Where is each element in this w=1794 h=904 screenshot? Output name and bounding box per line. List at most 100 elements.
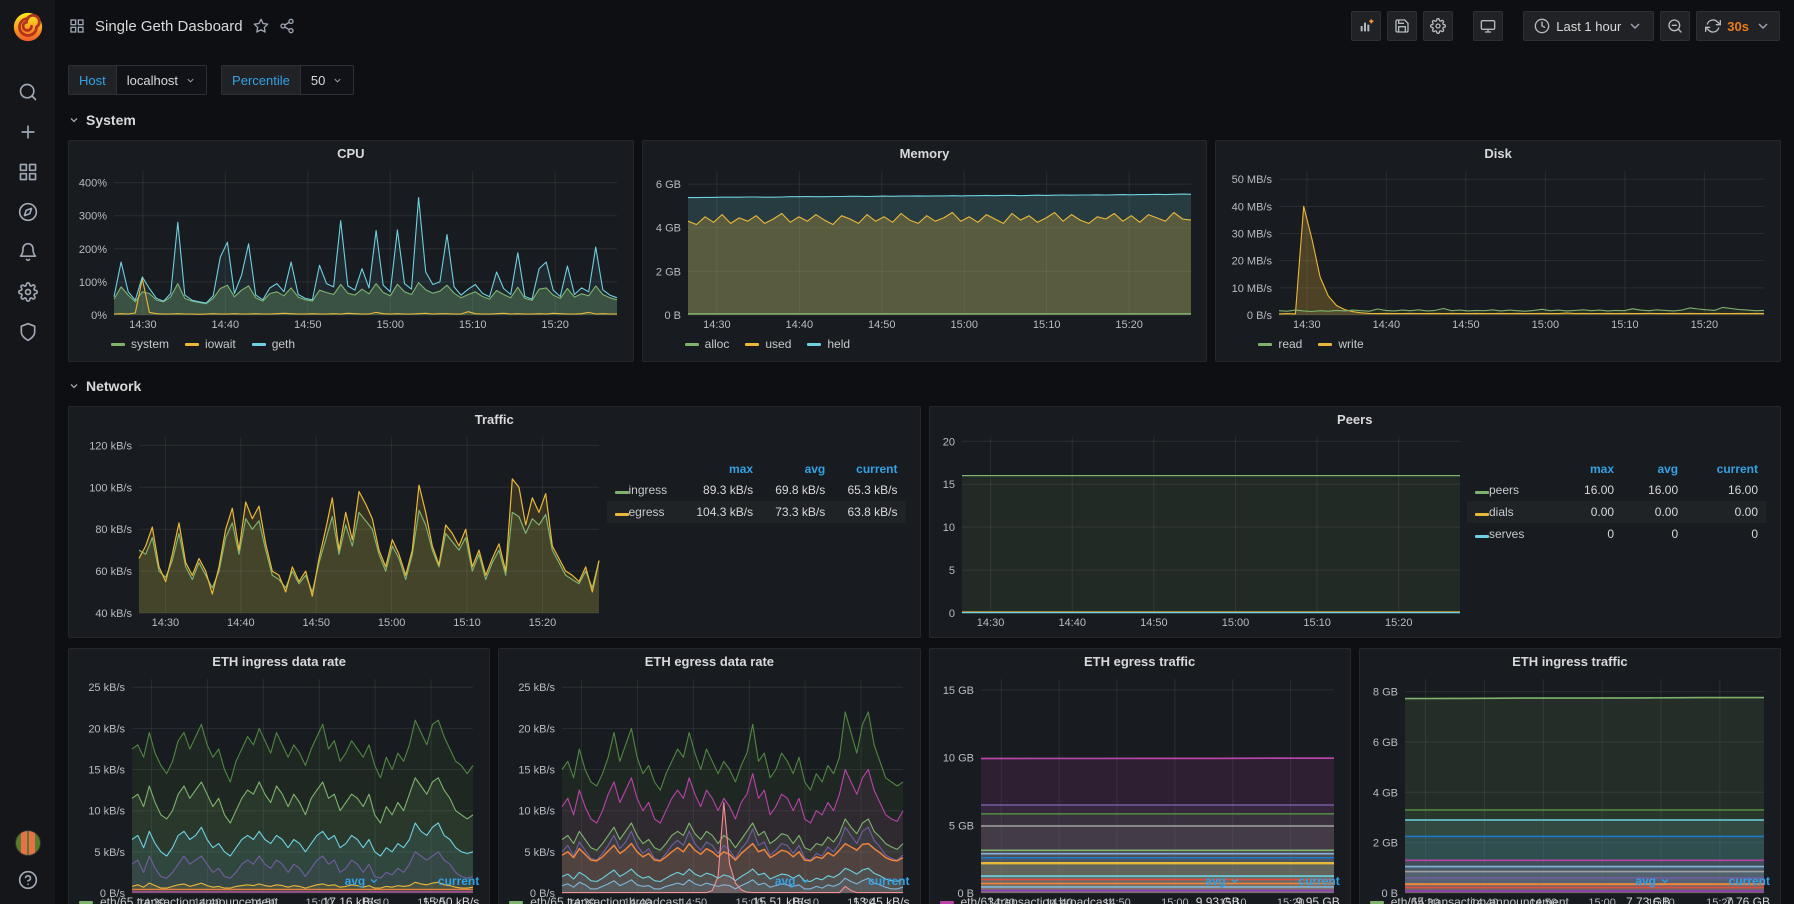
- zoom-out-button[interactable]: [1660, 11, 1690, 41]
- legend-header[interactable]: max: [682, 459, 761, 479]
- save-dashboard-button[interactable]: [1387, 11, 1417, 41]
- panel-title-eth-ingress-traffic[interactable]: ETH ingress traffic: [1360, 649, 1780, 673]
- configuration-icon[interactable]: [0, 272, 55, 312]
- search-icon[interactable]: [0, 72, 55, 112]
- legend-item[interactable]: egress: [607, 501, 682, 523]
- traffic-chart[interactable]: 40 kB/s60 kB/s80 kB/s100 kB/s120 kB/s14:…: [77, 431, 607, 631]
- legend-item[interactable]: write: [1318, 337, 1363, 351]
- percentile-select[interactable]: 50: [300, 65, 354, 95]
- legend-header[interactable]: avg: [761, 459, 833, 479]
- refresh-interval[interactable]: 30s: [1727, 19, 1749, 34]
- explore-icon[interactable]: [0, 192, 55, 232]
- star-icon[interactable]: [253, 18, 269, 34]
- legend-value: 0: [1558, 523, 1622, 545]
- legend-header-current[interactable]: current: [1240, 874, 1340, 888]
- legend-item[interactable]: alloc: [685, 337, 730, 351]
- memory-chart[interactable]: 0 B2 GB4 GB6 GB14:3014:4014:5015:0015:10…: [651, 165, 1199, 333]
- grafana-logo[interactable]: [11, 10, 45, 44]
- dashboard-settings-button[interactable]: [1423, 11, 1453, 41]
- legend-value: 9.95 GB: [1240, 895, 1340, 904]
- legend-item[interactable]: used: [745, 337, 791, 351]
- panel-title-traffic[interactable]: Traffic: [69, 407, 920, 431]
- alerting-icon[interactable]: [0, 232, 55, 272]
- share-icon[interactable]: [279, 18, 295, 34]
- variable-host: Host localhost: [68, 65, 207, 95]
- panel-title-cpu[interactable]: CPU: [69, 141, 633, 165]
- eth-ingress-data-rate-legend: avg current eth/65 transaction announceme…: [77, 869, 481, 904]
- legend-item[interactable]: read: [1258, 337, 1302, 351]
- eth-egress-data-rate-chart[interactable]: 0 B/s5 kB/s10 kB/s15 kB/s20 kB/s25 kB/s1…: [507, 673, 911, 869]
- legend-item[interactable]: system: [111, 337, 169, 351]
- legend-item[interactable]: eth/65 transaction announcement: [1370, 895, 1570, 904]
- row-header-network[interactable]: Network: [68, 376, 1781, 396]
- legend-item[interactable]: eth/63 transaction broadcast: [940, 895, 1140, 904]
- panel-title-memory[interactable]: Memory: [643, 141, 1207, 165]
- panel-title-eth-ingress-data-rate[interactable]: ETH ingress data rate: [69, 649, 489, 673]
- legend-item[interactable]: peers: [1467, 479, 1558, 501]
- legend-value: 0: [1686, 523, 1766, 545]
- legend-header-avg[interactable]: avg: [1570, 874, 1670, 888]
- legend-item[interactable]: ingress: [607, 479, 682, 501]
- panel-disk: Disk 0 B/s10 MB/s20 MB/s30 MB/s40 MB/s50…: [1215, 140, 1781, 362]
- legend-item[interactable]: iowait: [185, 337, 236, 351]
- eth-row: ETH ingress data rate 0 B/s5 kB/s10 kB/s…: [68, 648, 1781, 904]
- legend-value: 7.73 GB: [1570, 895, 1670, 904]
- legend-value: 0: [1622, 523, 1686, 545]
- legend-item[interactable]: dials: [1467, 501, 1558, 523]
- time-range-picker[interactable]: Last 1 hour: [1523, 11, 1654, 41]
- svg-text:15 GB: 15 GB: [942, 685, 973, 697]
- legend-header[interactable]: max: [1558, 459, 1622, 479]
- row-header-system[interactable]: System: [68, 110, 1781, 130]
- legend-value: 69.8 kB/s: [761, 479, 833, 501]
- eth-ingress-traffic-chart[interactable]: 0 B2 GB4 GB6 GB8 GB14:3014:4014:5015:001…: [1368, 673, 1772, 869]
- chevron-down-icon: [1755, 18, 1771, 34]
- legend-header-avg[interactable]: avg: [710, 874, 810, 888]
- dashboard-title[interactable]: Single Geth Dasboard: [95, 18, 243, 35]
- svg-text:15:00: 15:00: [1532, 319, 1560, 331]
- legend-item[interactable]: geth: [252, 337, 295, 351]
- panel-title-eth-egress-data-rate[interactable]: ETH egress data rate: [499, 649, 919, 673]
- legend-header-avg[interactable]: avg: [279, 874, 379, 888]
- legend-color-mark: [1475, 513, 1489, 516]
- server-admin-icon[interactable]: [0, 312, 55, 352]
- svg-text:15:00: 15:00: [378, 617, 406, 629]
- legend-header[interactable]: current: [1686, 459, 1766, 479]
- svg-text:50 MB/s: 50 MB/s: [1232, 174, 1273, 186]
- create-icon[interactable]: [0, 112, 55, 152]
- legend-item[interactable]: eth/65 transaction broadcast: [509, 895, 709, 904]
- legend-item[interactable]: eth/65 transaction announcement: [79, 895, 279, 904]
- legend-row: eth/63 transaction broadcast9.93 GB9.95 …: [940, 891, 1340, 904]
- legend-header-current[interactable]: current: [1670, 874, 1770, 888]
- avatar[interactable]: [15, 830, 41, 856]
- legend-header[interactable]: avg: [1622, 459, 1686, 479]
- panel-title-peers[interactable]: Peers: [930, 407, 1781, 431]
- refresh-button[interactable]: 30s: [1696, 11, 1780, 41]
- svg-text:0 B/s: 0 B/s: [1247, 310, 1273, 322]
- dashboards-icon[interactable]: [0, 152, 55, 192]
- panel-title-eth-egress-traffic[interactable]: ETH egress traffic: [930, 649, 1350, 673]
- eth-ingress-data-rate-chart[interactable]: 0 B/s5 kB/s10 kB/s15 kB/s20 kB/s25 kB/s1…: [77, 673, 481, 869]
- panel-title-disk[interactable]: Disk: [1216, 141, 1780, 165]
- legend-header[interactable]: current: [833, 459, 905, 479]
- host-select[interactable]: localhost: [116, 65, 207, 95]
- svg-text:40 MB/s: 40 MB/s: [1232, 201, 1273, 213]
- eth-egress-traffic-chart[interactable]: 0 B5 GB10 GB15 GB14:3014:4014:5015:0015:…: [938, 673, 1342, 869]
- legend-color-mark: [185, 343, 199, 346]
- legend-color-mark: [111, 343, 125, 346]
- legend-item[interactable]: serves: [1467, 523, 1558, 545]
- cycle-view-button[interactable]: [1473, 11, 1503, 41]
- host-value: localhost: [127, 73, 178, 88]
- eth-egress-traffic-legend: avg currenteth/63 transaction broadcast9…: [938, 869, 1342, 904]
- legend-header-current[interactable]: current: [810, 874, 910, 888]
- help-icon[interactable]: [0, 870, 55, 890]
- legend-item[interactable]: held: [807, 337, 850, 351]
- add-panel-button[interactable]: [1351, 11, 1381, 41]
- cpu-chart[interactable]: 0%100%200%300%400%14:3014:4014:5015:0015…: [77, 165, 625, 333]
- svg-text:14:30: 14:30: [703, 319, 731, 331]
- svg-text:15:10: 15:10: [453, 617, 481, 629]
- svg-text:100%: 100%: [79, 277, 107, 289]
- legend-header-avg[interactable]: avg: [1140, 874, 1240, 888]
- disk-chart[interactable]: 0 B/s10 MB/s20 MB/s30 MB/s40 MB/s50 MB/s…: [1224, 165, 1772, 333]
- peers-chart[interactable]: 0510152014:3014:4014:5015:0015:1015:20: [938, 431, 1468, 631]
- legend-header-current[interactable]: current: [379, 874, 479, 888]
